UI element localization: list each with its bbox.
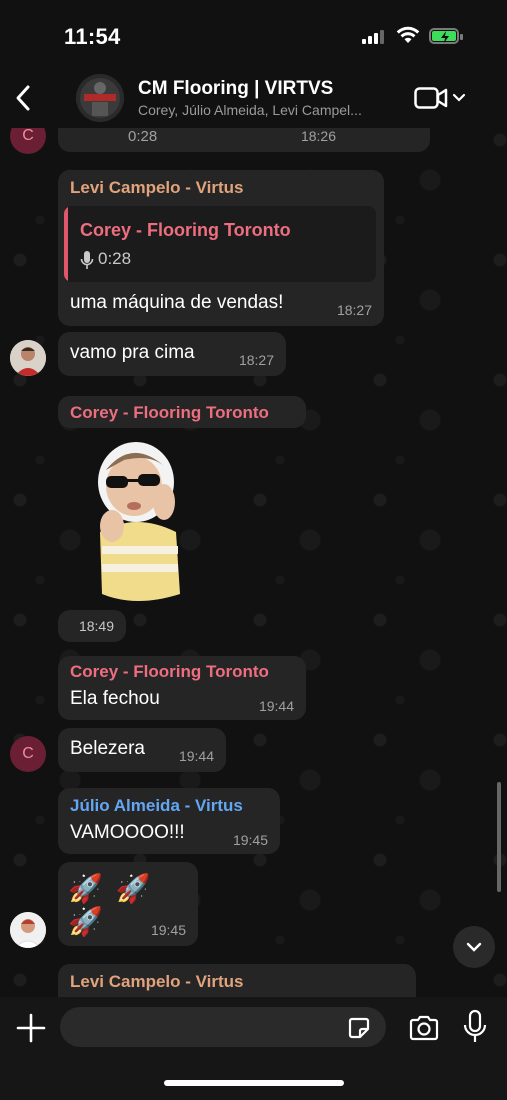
group-avatar[interactable]: [76, 74, 124, 122]
back-button[interactable]: [8, 80, 38, 116]
reply-quote[interactable]: Corey - Flooring Toronto 0:28: [64, 206, 376, 282]
voice-duration: 0:28: [128, 128, 158, 145]
sender-name: Corey - Flooring Toronto: [70, 662, 269, 681]
message-bubble[interactable]: vamo pra cima 18:27: [58, 332, 286, 376]
message-bubble[interactable]: Belezera 19:44: [58, 728, 226, 772]
camera-icon[interactable]: [408, 1013, 440, 1043]
sender-name: Júlio Almeida - Virtus: [70, 796, 243, 815]
message-time: 18:27: [336, 302, 372, 318]
message-time: 19:45: [150, 922, 186, 938]
video-camera-icon: [414, 87, 448, 109]
message-time: 18:49: [78, 618, 114, 634]
chevron-down-icon: [466, 942, 482, 952]
reply-sender: Corey - Flooring Toronto: [80, 220, 291, 240]
avatar-levi[interactable]: [10, 340, 46, 376]
sticker-icon[interactable]: [346, 1015, 372, 1041]
home-indicator[interactable]: [164, 1080, 344, 1086]
message-time: 18:27: [238, 352, 274, 368]
group-logo-icon: [76, 74, 124, 122]
message-input[interactable]: [60, 1007, 386, 1047]
message-text: VAMOOOO!!!: [70, 822, 185, 843]
status-time: 11:54: [64, 24, 121, 49]
person-photo-icon: [10, 340, 46, 376]
sticker-image: [98, 442, 180, 601]
message-text: Ela fechou: [70, 688, 160, 709]
group-title[interactable]: CM Flooring | VIRTVS: [138, 78, 333, 100]
reply-bar: [64, 206, 68, 282]
sender-header-bubble: Corey - Flooring Toronto: [58, 396, 306, 428]
plus-icon[interactable]: [14, 1011, 48, 1045]
message-time: 19:44: [258, 698, 294, 714]
sender-name: Levi Campelo - Virtus: [70, 972, 244, 991]
message-bubble[interactable]: Júlio Almeida - Virtus VAMOOOO!!! 19:45: [58, 788, 280, 854]
video-call-button[interactable]: [414, 86, 466, 110]
reply-duration: 0:28: [98, 249, 132, 268]
battery-charging-icon: [429, 28, 463, 44]
chevron-left-icon: [16, 85, 30, 111]
chat-header: CM Flooring | VIRTVS Corey, Júlio Almeid…: [0, 66, 507, 128]
message-time: 18:26: [300, 128, 336, 144]
message-bubble[interactable]: Levi Campelo - Virtus Corey - Flooring T…: [58, 170, 384, 326]
message-bubble[interactable]: Corey - Flooring Toronto Ela fechou 19:4…: [58, 656, 306, 720]
sender-name: Corey - Flooring Toronto: [70, 403, 269, 422]
wifi-icon: [396, 26, 420, 43]
message-bubble[interactable]: 🚀 🚀 🚀 19:45: [58, 862, 198, 946]
group-members[interactable]: Corey, Júlio Almeida, Levi Campel...: [138, 102, 400, 118]
scroll-to-bottom-button[interactable]: [453, 926, 495, 968]
message-text: vamo pra cima: [70, 342, 195, 363]
avatar-corey[interactable]: C: [10, 736, 46, 772]
person-photo-icon: [10, 912, 46, 948]
message-input-bar: [0, 997, 507, 1100]
message-text: uma máquina de vendas!: [70, 292, 284, 313]
message-time: 19:44: [178, 748, 214, 764]
status-bar: 11:54: [0, 0, 507, 66]
scrollbar[interactable]: [497, 782, 501, 892]
microphone-icon[interactable]: [462, 1009, 488, 1045]
message-text: Belezera: [70, 738, 145, 759]
chevron-down-icon: [452, 93, 466, 102]
sender-name: Levi Campelo - Virtus: [70, 178, 244, 197]
sticker-time-bubble: 18:49: [58, 610, 126, 642]
cellular-signal-icon: [362, 30, 384, 44]
message-time: 19:45: [232, 832, 268, 848]
microphone-icon: [80, 251, 94, 269]
avatar-julio[interactable]: [10, 912, 46, 948]
kid-sunglasses-sticker[interactable]: [84, 436, 194, 606]
